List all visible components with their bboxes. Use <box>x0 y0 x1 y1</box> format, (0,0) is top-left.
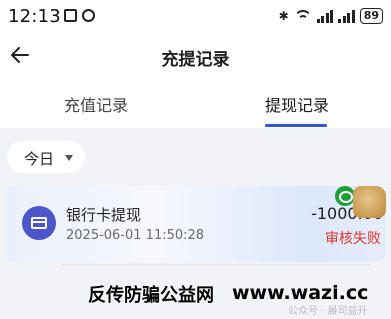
wechat-seal-icon <box>335 186 355 206</box>
page-title: 充提记录 <box>161 50 230 70</box>
page-header: 充提记录 <box>0 34 391 80</box>
active-tab-indicator <box>265 124 327 127</box>
bank-card-icon <box>22 206 56 240</box>
status-bar: 12:13 ✱ 89 <box>0 0 391 34</box>
record-time: 2025-06-01 11:50:28 <box>66 228 205 243</box>
status-time: 12:13 <box>8 6 61 27</box>
date-filter-label: 今日 <box>24 150 55 168</box>
tab-recharge-records[interactable]: 充值记录 <box>64 92 128 116</box>
watermark-banner: 反传防骗公益网 <box>88 285 214 306</box>
record-status: 审核失败 <box>325 231 381 247</box>
list-divider <box>62 264 370 265</box>
signal-icon <box>316 9 334 23</box>
wifi-icon <box>293 9 312 23</box>
date-filter-dropdown[interactable]: 今日 <box>7 141 85 173</box>
bluetooth-icon: ✱ <box>278 9 289 23</box>
record-card[interactable]: 银行卡提现 2025-06-01 11:50:28 -1000.00 审核失败 <box>5 186 386 262</box>
watermark-url: www.wazi.cc <box>232 282 369 304</box>
record-title: 银行卡提现 <box>66 206 142 224</box>
tab-withdraw-records[interactable]: 提现记录 <box>265 92 329 116</box>
tab-bar: 充值记录 提现记录 <box>0 80 391 128</box>
battery-icon: 89 <box>359 8 383 24</box>
status-indicators: ✱ 89 <box>279 6 383 26</box>
signal-icon-2 <box>338 9 355 23</box>
watermark-faint: 公众号 · 晨司益升 <box>288 306 368 317</box>
watermark-avatar <box>353 186 386 218</box>
caret-down-icon <box>65 155 73 161</box>
notification-icon <box>64 9 77 22</box>
alarm-icon <box>82 9 95 22</box>
